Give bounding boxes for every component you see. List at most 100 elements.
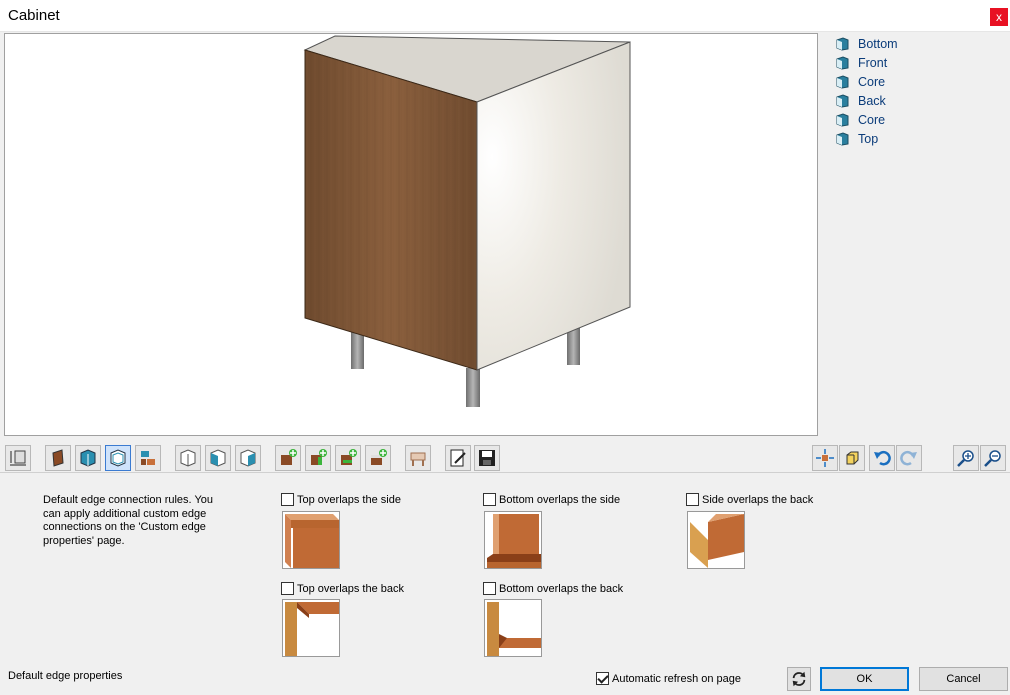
undo-icon (874, 450, 891, 466)
option-label: Top overlaps the side (297, 493, 401, 506)
zoom-out-button[interactable] (980, 445, 1006, 471)
tree-item-label: Front (858, 55, 888, 70)
auto-refresh-label: Automatic refresh on page (612, 672, 742, 685)
side-panel-icon (80, 449, 96, 467)
auto-refresh-checkbox[interactable] (596, 672, 609, 685)
cabinet-render (303, 35, 631, 407)
tree-item-label: Top (858, 131, 879, 146)
edge-connection-icon (110, 449, 126, 467)
option-label: Bottom overlaps the back (499, 582, 624, 595)
add-back-icon (341, 449, 357, 465)
move-button[interactable] (812, 445, 838, 471)
side-panel-button[interactable] (75, 445, 101, 471)
part-tree[interactable]: Bottom Front Core Back Core Top (836, 34, 1006, 148)
panel-icon (836, 93, 849, 108)
close-icon: x (996, 10, 1002, 24)
checkbox-bottom-overlaps-side[interactable] (483, 493, 496, 506)
front-panel-button[interactable] (45, 445, 71, 471)
tree-item-label: Back (858, 93, 886, 108)
edit-button[interactable] (445, 445, 471, 471)
leg-back-right (567, 327, 580, 365)
option-bottom-overlaps-back[interactable]: Bottom overlaps the back (483, 582, 623, 595)
cancel-button[interactable]: Cancel (919, 667, 1008, 691)
cube-view-button[interactable] (839, 445, 865, 471)
legs-icon (410, 452, 426, 466)
edge-preview-image (487, 602, 541, 656)
option-bottom-overlaps-side[interactable]: Bottom overlaps the side (483, 493, 620, 506)
edge-rules-description: Default edge connection rules. You can a… (43, 494, 214, 547)
thumb-side-overlaps-back (687, 511, 745, 569)
zoom-in-button[interactable] (953, 445, 979, 471)
cube-view-icon (846, 451, 859, 465)
save-icon (479, 450, 495, 466)
panel-icon (836, 131, 849, 146)
checkbox-top-overlaps-side[interactable] (281, 493, 294, 506)
option-label: Top overlaps the back (297, 582, 405, 595)
tree-item-label: Bottom (858, 36, 898, 51)
panel-icon (836, 55, 849, 70)
option-label: Bottom overlaps the side (499, 493, 621, 506)
option-side-overlaps-back[interactable]: Side overlaps the back (686, 493, 813, 506)
add-top-icon (371, 449, 387, 465)
edge-preview-image (690, 514, 744, 568)
option-top-overlaps-side[interactable]: Top overlaps the side (281, 493, 401, 506)
thumb-bottom-overlaps-side (484, 511, 542, 569)
refresh-button[interactable] (787, 667, 811, 691)
add-side-icon (311, 449, 327, 465)
add-side-button[interactable] (305, 445, 331, 471)
tree-item-front[interactable]: Front (836, 53, 1006, 72)
legs-button[interactable] (405, 445, 431, 471)
3d-viewport[interactable] (4, 33, 818, 436)
zoom-in-icon (957, 450, 974, 467)
thumb-top-overlaps-back (282, 599, 340, 657)
edge-detail-button[interactable] (135, 445, 161, 471)
toolbar (0, 443, 1010, 473)
edge-detail-icon (141, 451, 155, 465)
auto-refresh-toggle[interactable]: Automatic refresh on page (596, 672, 741, 685)
option-label: Side overlaps the back (702, 493, 814, 506)
panel-icon (836, 112, 849, 127)
checkbox-top-overlaps-back[interactable] (281, 582, 294, 595)
box-outline-icon (180, 449, 196, 467)
option-top-overlaps-back[interactable]: Top overlaps the back (281, 582, 404, 595)
add-top-button[interactable] (365, 445, 391, 471)
box-side-button[interactable] (235, 445, 261, 471)
tree-item-back[interactable]: Back (836, 91, 1006, 110)
move-icon (816, 449, 834, 467)
add-back-button[interactable] (335, 445, 361, 471)
tree-item-core[interactable]: Core (836, 72, 1006, 91)
tree-item-top[interactable]: Top (836, 129, 1006, 148)
close-button[interactable]: x (990, 8, 1008, 26)
box-front-button[interactable] (205, 445, 231, 471)
tree-item-bottom[interactable]: Bottom (836, 34, 1006, 53)
edge-connection-button[interactable] (105, 445, 131, 471)
panel-icon (836, 74, 849, 89)
checkbox-bottom-overlaps-back[interactable] (483, 582, 496, 595)
thumb-bottom-overlaps-back (484, 599, 542, 657)
box-side-icon (240, 449, 256, 467)
box-outline-button[interactable] (175, 445, 201, 471)
edit-icon (450, 449, 466, 467)
redo-button[interactable] (896, 445, 922, 471)
edge-preview-image (285, 514, 339, 568)
add-front-button[interactable] (275, 445, 301, 471)
tree-item-core-2[interactable]: Core (836, 110, 1006, 129)
edge-preview-image (487, 514, 541, 568)
tree-item-label: Core (858, 74, 886, 89)
refresh-icon (792, 671, 806, 687)
tree-item-label: Core (858, 112, 886, 127)
dimensions-icon (10, 450, 26, 466)
ok-button[interactable]: OK (820, 667, 909, 691)
dimensions-button[interactable] (5, 445, 31, 471)
save-button[interactable] (474, 445, 500, 471)
default-edge-properties-label: Default edge properties (8, 670, 123, 682)
leg-front (466, 368, 480, 407)
front-panel-icon (52, 449, 64, 467)
zoom-out-icon (984, 450, 1001, 467)
box-front-icon (210, 449, 226, 467)
undo-button[interactable] (869, 445, 895, 471)
edge-preview-image (285, 602, 339, 656)
add-front-icon (281, 449, 297, 465)
checkbox-side-overlaps-back[interactable] (686, 493, 699, 506)
panel-icon (836, 36, 849, 51)
